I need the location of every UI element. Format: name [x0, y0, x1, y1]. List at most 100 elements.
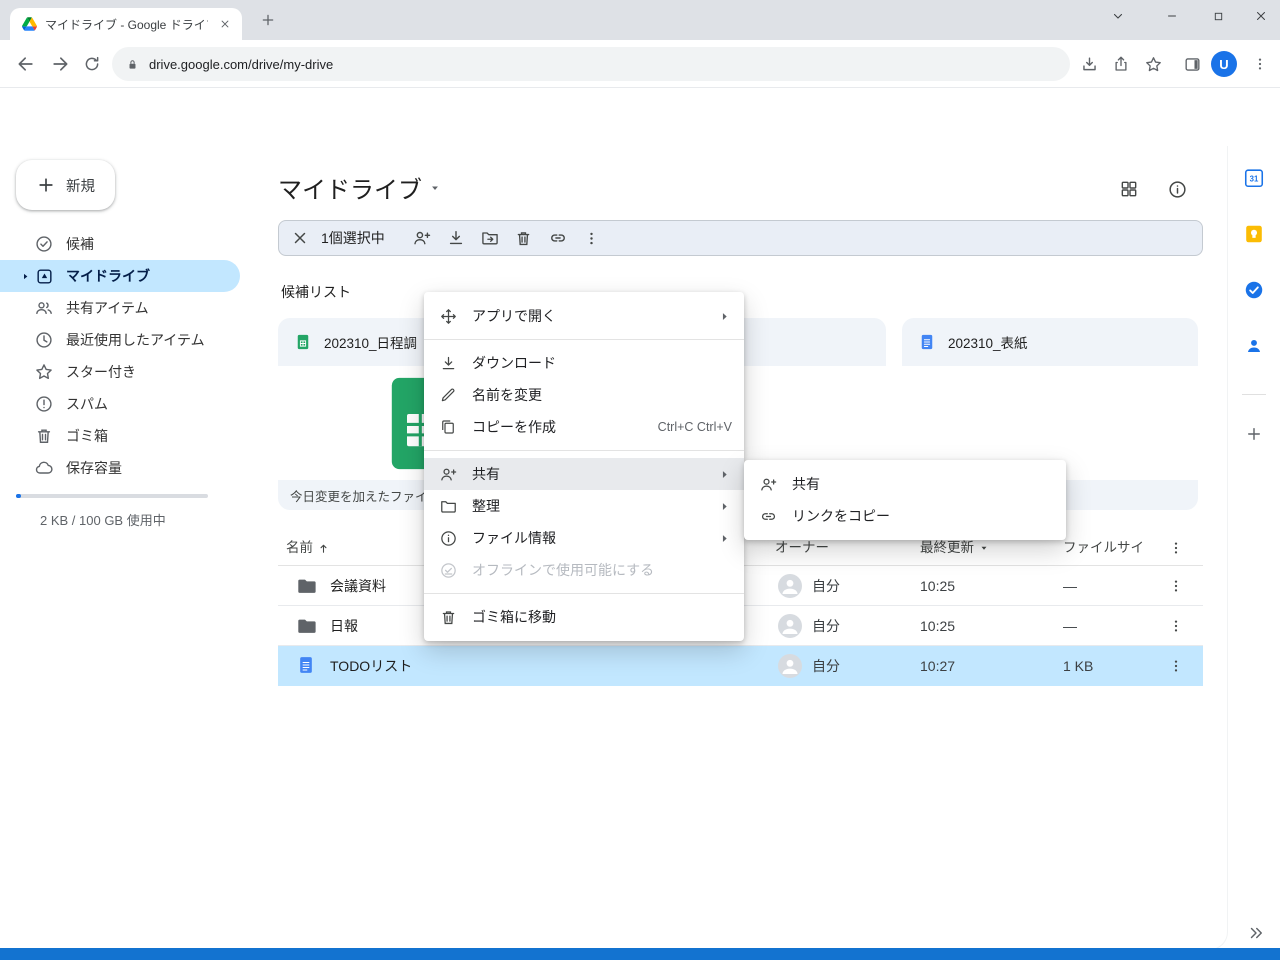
- menu-item-open-with[interactable]: アプリで開く: [424, 300, 744, 332]
- modified-time: 10:27: [920, 646, 955, 686]
- sidebar-item-storage[interactable]: 保存容量: [0, 452, 240, 484]
- side-panel-icon[interactable]: [1178, 50, 1206, 78]
- browser-menu-icon[interactable]: [1246, 50, 1274, 78]
- owner-name: 自分: [812, 646, 840, 686]
- column-header-size[interactable]: ファイルサイ: [1063, 530, 1144, 566]
- menu-item-share[interactable]: 共有: [424, 458, 744, 490]
- file-name: TODOリスト: [330, 646, 412, 686]
- new-button[interactable]: 新規: [16, 160, 115, 210]
- tab-search-icon[interactable]: [1104, 1, 1132, 31]
- sidebar-item-my-drive[interactable]: マイドライブ: [0, 260, 240, 292]
- download-icon[interactable]: [439, 222, 473, 254]
- browser-profile-avatar[interactable]: U: [1211, 51, 1237, 77]
- toolbar-more-icon[interactable]: [575, 222, 609, 254]
- spam-alert-icon: [34, 394, 54, 414]
- forward-icon[interactable]: [46, 50, 74, 78]
- sort-ascending-icon: [317, 542, 330, 555]
- info-icon[interactable]: [1162, 174, 1192, 204]
- sidebar-item-label: 保存容量: [66, 458, 122, 478]
- sidebar-item-label: 候補: [66, 234, 94, 254]
- downloads-icon[interactable]: [1075, 50, 1103, 78]
- copy-link-icon[interactable]: [541, 222, 575, 254]
- window-minimize-button[interactable]: [1150, 1, 1194, 31]
- selection-toolbar: 1個選択中: [278, 220, 1203, 256]
- tab-close-icon[interactable]: [216, 15, 234, 33]
- rename-pencil-icon: [438, 386, 458, 404]
- drive-favicon: [22, 17, 37, 31]
- submenu-item-share[interactable]: 共有: [744, 468, 1066, 500]
- submenu-item-copy-link[interactable]: リンクをコピー: [744, 500, 1066, 532]
- browser-tab[interactable]: マイドライブ - Google ドライブ: [10, 8, 242, 40]
- sidebar-item-suggestions[interactable]: 候補: [0, 228, 240, 260]
- file-name: 会議資料: [330, 566, 386, 606]
- add-addon-icon[interactable]: [1242, 422, 1266, 446]
- menu-item-file-info[interactable]: ファイル情報: [424, 522, 744, 554]
- sidebar-nav: 候補 マイドライブ 共有アイテム 最近使用したアイテム スター付き スパム: [0, 228, 256, 484]
- selection-count: 1個選択中: [321, 228, 385, 248]
- organize-folder-icon: [438, 497, 458, 516]
- expand-caret-icon[interactable]: [16, 272, 34, 281]
- trash-icon[interactable]: [507, 222, 541, 254]
- row-more-icon[interactable]: [1163, 653, 1189, 679]
- download-icon: [438, 354, 458, 373]
- sidebar-item-recent[interactable]: 最近使用したアイテム: [0, 324, 240, 356]
- sidebar-item-shared[interactable]: 共有アイテム: [0, 292, 240, 324]
- tasks-icon[interactable]: [1242, 278, 1266, 302]
- title-dropdown-icon[interactable]: [428, 181, 442, 195]
- sidebar-item-spam[interactable]: スパム: [0, 388, 240, 420]
- sheets-icon: [294, 333, 312, 351]
- row-more-icon[interactable]: [1163, 573, 1189, 599]
- new-button-label: 新規: [66, 175, 95, 196]
- workspace-side-rail: 31: [1228, 146, 1280, 950]
- reload-icon[interactable]: [78, 50, 106, 78]
- modified-time: 10:25: [920, 606, 955, 646]
- taskbar-edge: [0, 948, 1280, 960]
- menu-item-make-copy[interactable]: コピーを作成 Ctrl+C Ctrl+V: [424, 411, 744, 443]
- docs-icon: [296, 655, 316, 678]
- copy-link-icon: [758, 507, 778, 526]
- url-text: drive.google.com/drive/my-drive: [149, 57, 333, 72]
- share-person-add-icon: [438, 465, 458, 484]
- menu-item-download[interactable]: ダウンロード: [424, 347, 744, 379]
- storage-progress-bar: [16, 494, 208, 498]
- calendar-icon[interactable]: 31: [1242, 166, 1266, 190]
- info-icon: [438, 529, 458, 548]
- menu-item-rename[interactable]: 名前を変更: [424, 379, 744, 411]
- grid-view-icon[interactable]: [1114, 174, 1144, 204]
- browser-navbar: drive.google.com/drive/my-drive U: [0, 40, 1280, 88]
- new-tab-button[interactable]: [254, 6, 282, 34]
- address-bar[interactable]: drive.google.com/drive/my-drive: [112, 47, 1070, 81]
- dropdown-icon: [978, 542, 990, 554]
- move-to-folder-icon[interactable]: [473, 222, 507, 254]
- keep-icon[interactable]: [1242, 222, 1266, 246]
- table-row-todo-list[interactable]: TODOリスト 自分 10:27 1 KB: [278, 646, 1203, 686]
- file-size: —: [1063, 606, 1077, 646]
- share-icon[interactable]: [1107, 50, 1135, 78]
- column-header-name[interactable]: 名前: [286, 530, 330, 566]
- menu-item-move-to-trash[interactable]: ゴミ箱に移動: [424, 601, 744, 633]
- row-more-icon[interactable]: [1163, 613, 1189, 639]
- collapse-panel-icon[interactable]: [1244, 921, 1268, 945]
- page-title-row[interactable]: マイドライブ: [278, 170, 442, 205]
- owner-name: 自分: [812, 566, 840, 606]
- sidebar-item-starred[interactable]: スター付き: [0, 356, 240, 388]
- submenu-arrow-icon: [717, 531, 732, 546]
- context-menu: アプリで開く ダウンロード 名前を変更 コピーを作成 Ctrl+C Ctrl+V…: [424, 292, 744, 641]
- contacts-icon[interactable]: [1242, 334, 1266, 358]
- clear-selection-icon[interactable]: [283, 222, 317, 254]
- my-drive-icon: [34, 267, 54, 286]
- window-maximize-button[interactable]: [1196, 1, 1240, 31]
- bookmark-star-icon[interactable]: [1139, 50, 1167, 78]
- back-icon[interactable]: [12, 50, 40, 78]
- menu-item-organize[interactable]: 整理: [424, 490, 744, 522]
- drive-header: ドライブ ? ECCS Cloud Mail U: [0, 88, 1280, 146]
- sidebar-item-trash[interactable]: ゴミ箱: [0, 420, 240, 452]
- share-person-add-icon[interactable]: [405, 222, 439, 254]
- table-settings-icon[interactable]: [1163, 535, 1189, 561]
- tab-title: マイドライブ - Google ドライブ: [45, 16, 208, 33]
- lock-icon: [126, 58, 139, 71]
- file-size: —: [1063, 566, 1077, 606]
- file-name: 日報: [330, 606, 358, 646]
- svg-text:31: 31: [1250, 175, 1259, 184]
- window-close-button[interactable]: [1242, 1, 1280, 31]
